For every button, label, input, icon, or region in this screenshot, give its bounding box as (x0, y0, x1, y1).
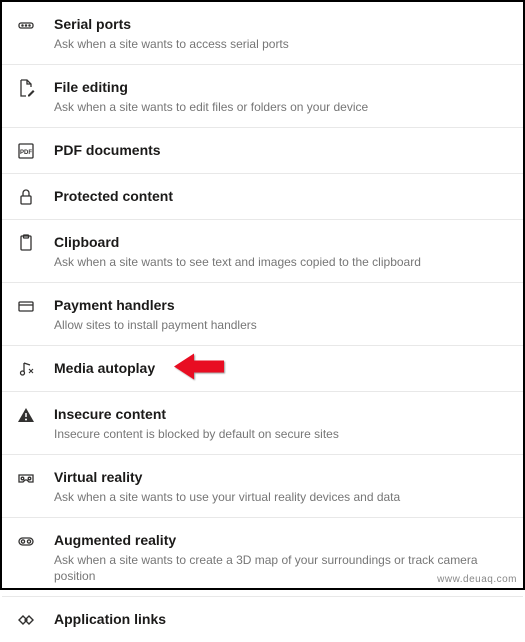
settings-item-virtual-reality[interactable]: Virtual reality Ask when a site wants to… (2, 455, 523, 518)
item-title: Protected content (54, 186, 507, 206)
item-desc: Ask when a site wants to use your virtua… (54, 489, 507, 505)
item-text: Protected content (54, 186, 507, 206)
item-title: Virtual reality (54, 467, 507, 487)
serial-port-icon (16, 15, 36, 35)
clipboard-icon (16, 233, 36, 253)
watermark: www.deuaq.com (437, 574, 517, 585)
media-icon (16, 359, 36, 379)
item-title: Augmented reality (54, 530, 507, 550)
item-desc: Allow sites to install payment handlers (54, 317, 507, 333)
svg-text:PDF: PDF (20, 150, 32, 156)
item-desc: Insecure content is blocked by default o… (54, 426, 507, 442)
settings-item-augmented-reality[interactable]: Augmented reality Ask when a site wants … (2, 518, 523, 597)
item-title: Insecure content (54, 404, 507, 424)
pdf-icon: PDF (16, 141, 36, 161)
settings-item-file-editing[interactable]: File editing Ask when a site wants to ed… (2, 65, 523, 128)
item-desc: Ask when a site wants to edit files or f… (54, 99, 507, 115)
link-icon (16, 610, 36, 630)
file-edit-icon (16, 78, 36, 98)
item-title: Clipboard (54, 232, 507, 252)
settings-item-serial-ports[interactable]: Serial ports Ask when a site wants to ac… (2, 2, 523, 65)
settings-item-media-autoplay[interactable]: Media autoplay (2, 346, 523, 392)
ar-icon (16, 531, 36, 551)
item-text: Virtual reality Ask when a site wants to… (54, 467, 507, 505)
settings-item-payment-handlers[interactable]: Payment handlers Allow sites to install … (2, 283, 523, 346)
item-title: PDF documents (54, 140, 507, 160)
settings-item-clipboard[interactable]: Clipboard Ask when a site wants to see t… (2, 220, 523, 283)
item-title: Application links (54, 609, 507, 629)
item-text: File editing Ask when a site wants to ed… (54, 77, 507, 115)
settings-item-pdf-documents[interactable]: PDF PDF documents (2, 128, 523, 174)
item-text: Payment handlers Allow sites to install … (54, 295, 507, 333)
item-title: Serial ports (54, 14, 507, 34)
lock-icon (16, 187, 36, 207)
settings-list: Serial ports Ask when a site wants to ac… (2, 2, 523, 642)
payment-icon (16, 296, 36, 316)
item-desc: Ask when a site wants to access serial p… (54, 36, 507, 52)
warning-icon (16, 405, 36, 425)
item-text: Media autoplay (54, 358, 507, 378)
item-title: File editing (54, 77, 507, 97)
item-text: Clipboard Ask when a site wants to see t… (54, 232, 507, 270)
item-text: Serial ports Ask when a site wants to ac… (54, 14, 507, 52)
settings-item-insecure-content[interactable]: Insecure content Insecure content is blo… (2, 392, 523, 455)
item-text: PDF documents (54, 140, 507, 160)
item-title: Media autoplay (54, 358, 507, 378)
vr-icon (16, 468, 36, 488)
item-desc: Ask when a site wants to see text and im… (54, 254, 507, 270)
settings-item-protected-content[interactable]: Protected content (2, 174, 523, 220)
item-text: Insecure content Insecure content is blo… (54, 404, 507, 442)
settings-item-application-links[interactable]: Application links (2, 597, 523, 642)
item-title: Payment handlers (54, 295, 507, 315)
item-text: Application links (54, 609, 507, 629)
